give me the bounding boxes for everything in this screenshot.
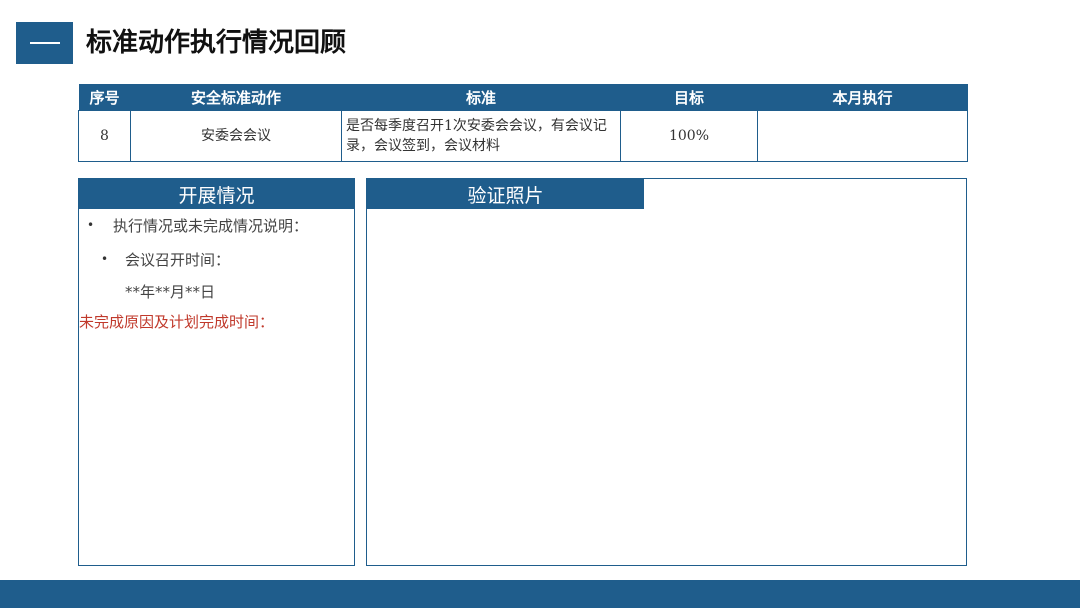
photo-panel-title: 验证照片 <box>367 179 644 209</box>
page-title: 标准动作执行情况回顾 <box>86 28 347 58</box>
standard-action-table: 序号 安全标准动作 标准 目标 本月执行 8 安委会会议 是否每季度召开1次安委… <box>78 84 968 162</box>
progress-panel: 开展情况 • 执行情况或未完成情况说明： • 会议召开时间： **年**月**日… <box>78 178 355 566</box>
photo-panel: 验证照片 <box>366 178 967 566</box>
progress-item-incomplete-reason: 未完成原因及计划完成时间： <box>79 313 275 331</box>
progress-item-status: 执行情况或未完成情况说明： <box>113 217 309 235</box>
bullet-icon: • <box>101 252 109 266</box>
column-header-standard: 标准 <box>341 84 621 111</box>
progress-panel-title: 开展情况 <box>79 179 354 209</box>
cell-execution[interactable] <box>757 110 968 162</box>
column-header-no: 序号 <box>78 84 131 111</box>
column-header-action: 安全标准动作 <box>130 84 342 111</box>
column-header-target: 目标 <box>620 84 758 111</box>
title-accent-block <box>16 22 73 64</box>
column-header-execution: 本月执行 <box>757 84 968 111</box>
progress-item-date: **年**月**日 <box>125 283 216 301</box>
footer-bar <box>0 580 1080 608</box>
table-row: 8 安委会会议 是否每季度召开1次安委会会议，有会议记录，会议签到，会议材料 1… <box>78 110 968 162</box>
progress-item-meeting-time: 会议召开时间： <box>125 251 231 269</box>
cell-standard: 是否每季度召开1次安委会会议，有会议记录，会议签到，会议材料 <box>341 110 621 162</box>
table-header-row: 序号 安全标准动作 标准 目标 本月执行 <box>78 84 968 111</box>
cell-target: 100% <box>620 110 758 162</box>
cell-action: 安委会会议 <box>130 110 342 162</box>
bullet-icon: • <box>87 218 95 232</box>
cell-no: 8 <box>78 110 131 162</box>
title-dash-icon <box>29 42 60 44</box>
photo-area[interactable] <box>367 209 966 565</box>
